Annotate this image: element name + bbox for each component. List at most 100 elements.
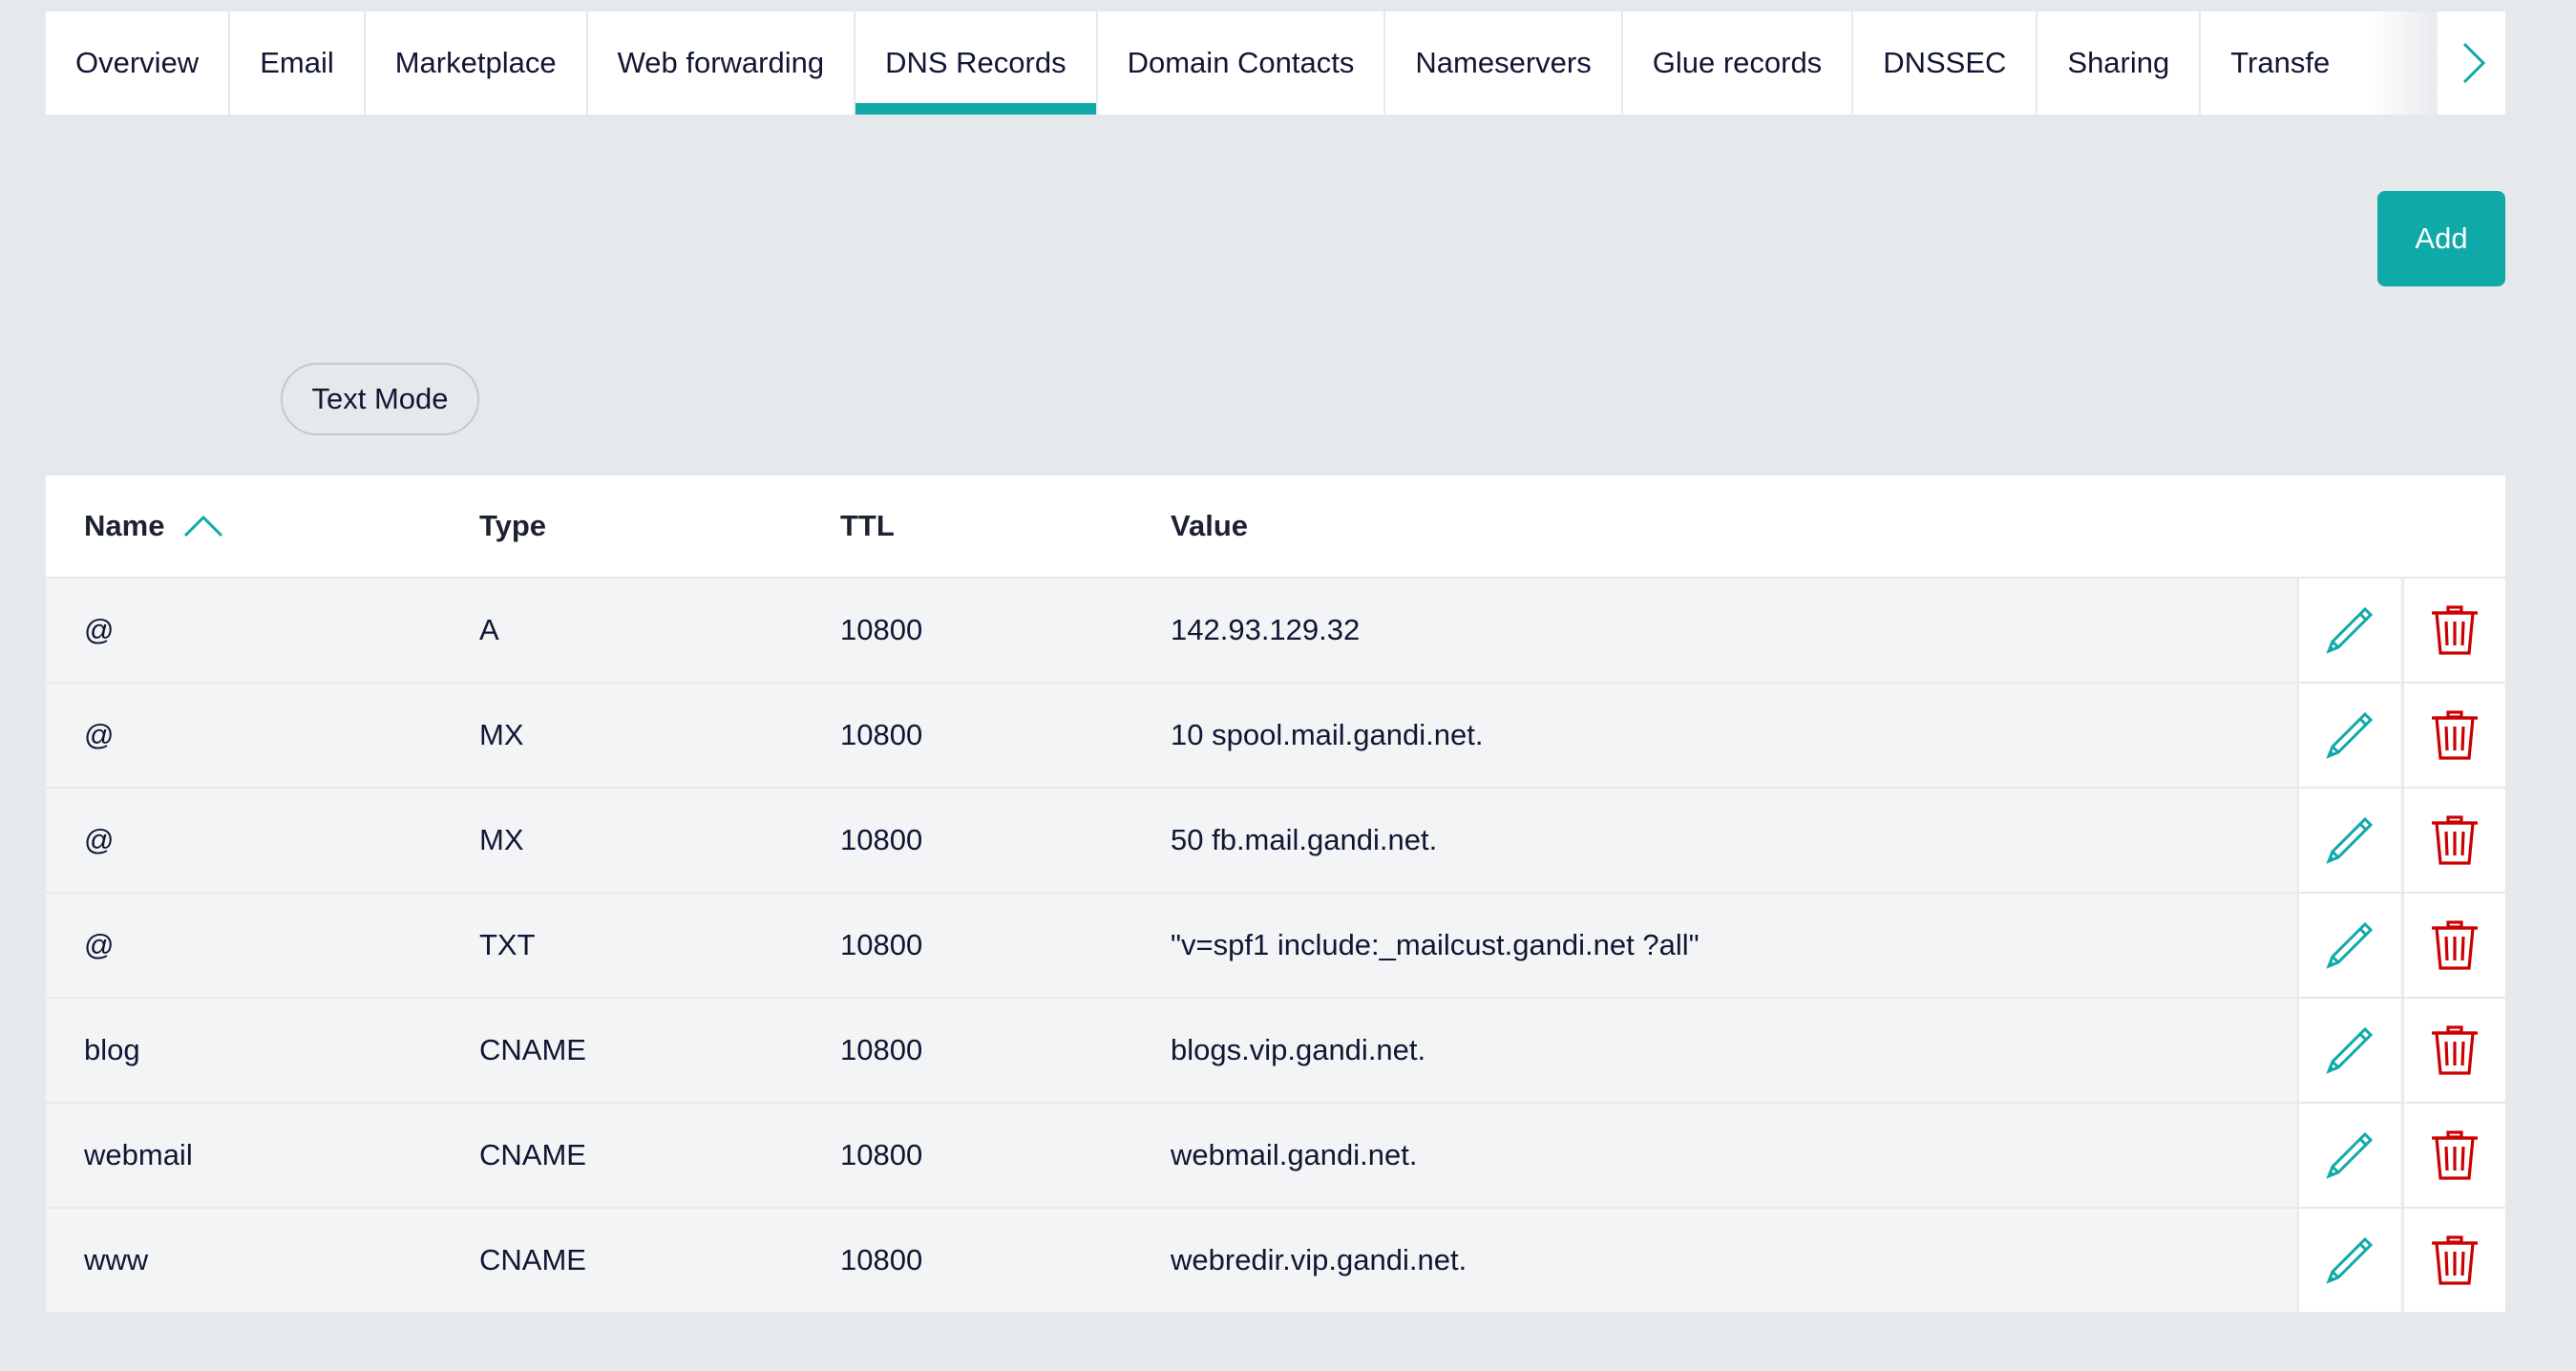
- record-ttl: 10800: [840, 613, 923, 646]
- column-header-ttl[interactable]: TTL: [840, 509, 895, 543]
- dns-records-page: Overview Email Marketplace Web forwardin…: [0, 0, 2576, 1371]
- edit-record-button[interactable]: [2297, 579, 2400, 682]
- table-row: @ TXT 10800 "v=spf1 include:_mailcust.ga…: [46, 894, 2505, 999]
- trash-icon: [2432, 815, 2478, 865]
- trash-icon: [2432, 1130, 2478, 1180]
- record-type: MX: [479, 823, 524, 856]
- record-type: CNAME: [479, 1033, 586, 1066]
- tab-transfer[interactable]: Transfe: [2201, 11, 2333, 115]
- table-row: @ MX 10800 50 fb.mail.gandi.net.: [46, 789, 2505, 894]
- text-mode-toggle[interactable]: Text Mode: [281, 363, 479, 435]
- tab-overview[interactable]: Overview: [46, 11, 231, 115]
- table-row: blog CNAME 10800 blogs.vip.gandi.net.: [46, 999, 2505, 1104]
- edit-record-button[interactable]: [2297, 684, 2400, 787]
- delete-record-button[interactable]: [2402, 1104, 2505, 1207]
- edit-record-button[interactable]: [2297, 1209, 2400, 1312]
- tab-label: DNS Records: [885, 46, 1066, 79]
- table-row: webmail CNAME 10800 webmail.gandi.net.: [46, 1104, 2505, 1209]
- record-ttl: 10800: [840, 1243, 923, 1276]
- tab-label: Glue records: [1652, 46, 1823, 79]
- record-name: @: [84, 823, 115, 856]
- tab-label: DNSSEC: [1883, 46, 2007, 79]
- trash-icon: [2432, 920, 2478, 970]
- column-header-type[interactable]: Type: [479, 509, 546, 543]
- edit-record-button[interactable]: [2297, 789, 2400, 892]
- record-type: TXT: [479, 928, 536, 961]
- tab-label: Nameservers: [1415, 46, 1592, 79]
- record-value: 50 fb.mail.gandi.net.: [1171, 823, 1438, 856]
- record-name: www: [84, 1243, 149, 1276]
- record-name: webmail: [84, 1138, 193, 1171]
- tab-sharing[interactable]: Sharing: [2038, 11, 2202, 115]
- tab-label: Email: [260, 46, 334, 79]
- chevron-up-icon: [184, 515, 223, 538]
- pencil-icon: [2326, 606, 2374, 654]
- delete-record-button[interactable]: [2402, 1209, 2505, 1312]
- column-header-name[interactable]: Name: [84, 509, 223, 543]
- tab-label: Overview: [75, 46, 200, 79]
- trash-icon: [2432, 605, 2478, 655]
- record-ttl: 10800: [840, 823, 923, 856]
- record-value: "v=spf1 include:_mailcust.gandi.net ?all…: [1171, 928, 1700, 961]
- record-ttl: 10800: [840, 928, 923, 961]
- tab-marketplace[interactable]: Marketplace: [366, 11, 588, 115]
- tab-web-forwarding[interactable]: Web forwarding: [588, 11, 856, 115]
- record-type: A: [479, 613, 499, 646]
- pencil-icon: [2326, 921, 2374, 969]
- tab-dnssec[interactable]: DNSSEC: [1853, 11, 2038, 115]
- pencil-icon: [2326, 1131, 2374, 1179]
- table-row: www CNAME 10800 webredir.vip.gandi.net.: [46, 1209, 2505, 1312]
- column-header-value[interactable]: Value: [1171, 509, 1248, 543]
- column-label: Name: [84, 509, 165, 542]
- pencil-icon: [2326, 711, 2374, 759]
- record-value: blogs.vip.gandi.net.: [1171, 1033, 1426, 1066]
- record-name: @: [84, 613, 115, 646]
- delete-record-button[interactable]: [2402, 684, 2505, 787]
- record-ttl: 10800: [840, 718, 923, 751]
- edit-record-button[interactable]: [2297, 1104, 2400, 1207]
- tab-scroll-right-button[interactable]: [2372, 11, 2505, 115]
- domain-tab-bar: Overview Email Marketplace Web forwardin…: [46, 11, 2505, 115]
- record-type: MX: [479, 718, 524, 751]
- record-value: 142.93.129.32: [1171, 613, 1361, 646]
- tab-dns-records[interactable]: DNS Records: [855, 11, 1098, 115]
- trash-icon: [2432, 1235, 2478, 1285]
- edit-record-button[interactable]: [2297, 894, 2400, 997]
- tab-glue-records[interactable]: Glue records: [1623, 11, 1854, 115]
- pencil-icon: [2326, 816, 2374, 864]
- delete-record-button[interactable]: [2402, 789, 2505, 892]
- record-type: CNAME: [479, 1138, 586, 1171]
- delete-record-button[interactable]: [2402, 999, 2505, 1102]
- tab-domain-contacts[interactable]: Domain Contacts: [1098, 11, 1386, 115]
- pencil-icon: [2326, 1236, 2374, 1284]
- delete-record-button[interactable]: [2402, 579, 2505, 682]
- record-name: @: [84, 718, 115, 751]
- delete-record-button[interactable]: [2402, 894, 2505, 997]
- pencil-icon: [2326, 1026, 2374, 1074]
- chevron-right-icon: [2462, 42, 2486, 84]
- add-record-button[interactable]: Add: [2377, 191, 2505, 286]
- edit-record-button[interactable]: [2297, 999, 2400, 1102]
- record-ttl: 10800: [840, 1033, 923, 1066]
- table-header: Name Type TTL Value: [46, 475, 2505, 579]
- dns-records-table: Name Type TTL Value @ A 10800 142.93.129…: [46, 475, 2505, 1312]
- table-row: @ MX 10800 10 spool.mail.gandi.net.: [46, 684, 2505, 789]
- tab-label: Domain Contacts: [1127, 46, 1355, 79]
- record-value: webmail.gandi.net.: [1171, 1138, 1418, 1171]
- tab-label: Web forwarding: [617, 46, 825, 79]
- tab-nameservers[interactable]: Nameservers: [1385, 11, 1623, 115]
- trash-icon: [2432, 710, 2478, 760]
- trash-icon: [2432, 1025, 2478, 1075]
- tab-label: Sharing: [2067, 46, 2170, 79]
- table-body: @ A 10800 142.93.129.32 @ MX 10800 10 sp…: [46, 579, 2505, 1312]
- tab-label: Marketplace: [394, 46, 557, 79]
- record-value: webredir.vip.gandi.net.: [1171, 1243, 1467, 1276]
- tab-email[interactable]: Email: [230, 11, 366, 115]
- table-row: @ A 10800 142.93.129.32: [46, 579, 2505, 684]
- record-ttl: 10800: [840, 1138, 923, 1171]
- tab-label: Transfe: [2230, 46, 2331, 79]
- record-name: blog: [84, 1033, 140, 1066]
- record-type: CNAME: [479, 1243, 586, 1276]
- record-value: 10 spool.mail.gandi.net.: [1171, 718, 1484, 751]
- record-name: @: [84, 928, 115, 961]
